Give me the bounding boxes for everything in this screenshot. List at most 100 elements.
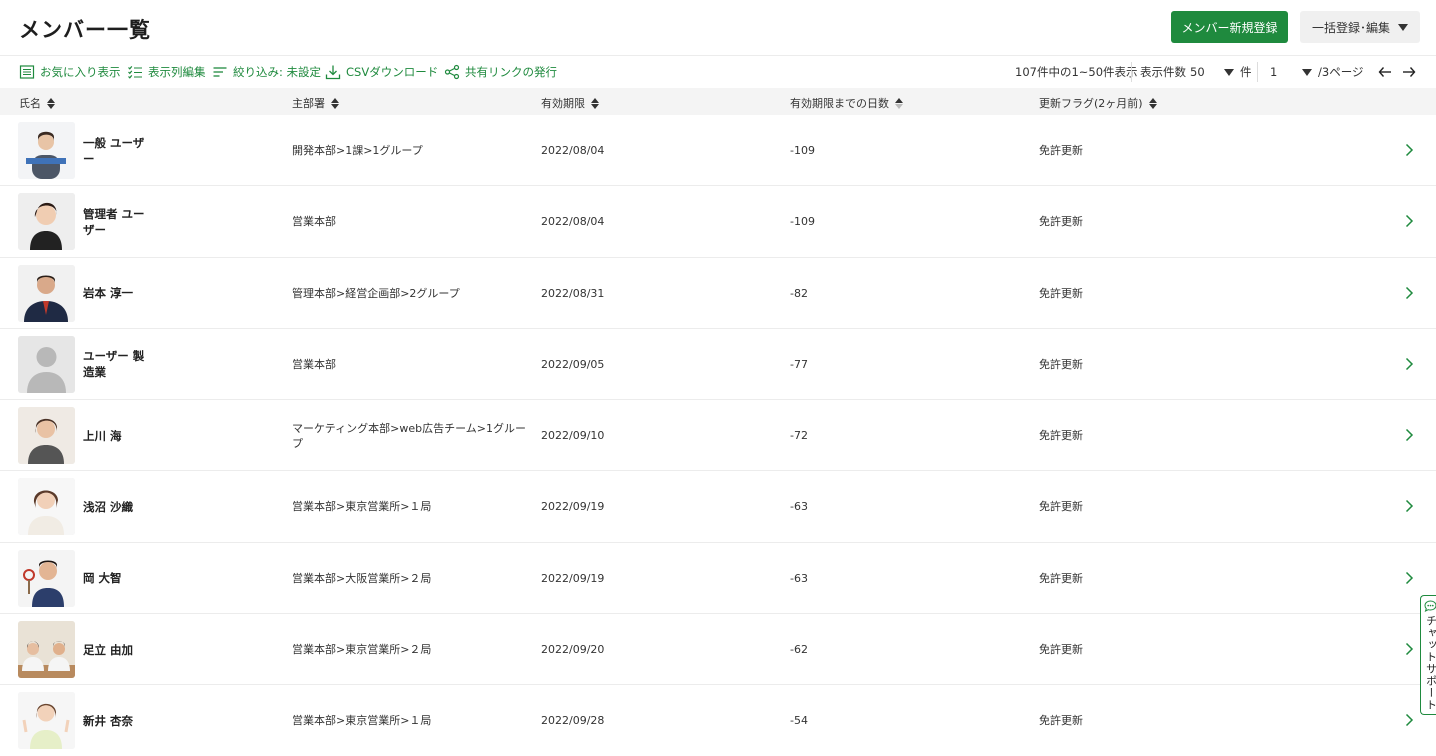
sort-icon xyxy=(331,97,339,109)
member-name[interactable]: 管理者 ユーザー xyxy=(83,186,153,257)
member-days-left: -82 xyxy=(790,286,808,300)
per-page-label: 表示件数 xyxy=(1140,65,1186,79)
table-row[interactable]: 岩本 淳一 管理本部>経営企画部>2グループ 2022/08/31 -82 免許… xyxy=(0,258,1436,329)
table-row[interactable]: 新井 杏奈 営業本部>東京営業所>１局 2022/09/28 -54 免許更新 xyxy=(0,685,1436,756)
sort-icon xyxy=(1148,97,1157,109)
avatar xyxy=(18,621,75,679)
favorites-button[interactable]: お気に入り表示 xyxy=(19,64,121,80)
table-row[interactable]: 上川 海 マーケティング本部>web広告チーム>1グループ 2022/09/10… xyxy=(0,400,1436,472)
chevron-right-icon[interactable] xyxy=(1402,642,1416,656)
toolbar: お気に入り表示 表示列編集 絞り込み: 未設定 CSVダウンロード 共有リンクの… xyxy=(0,58,1436,88)
member-name[interactable]: 上川 海 xyxy=(83,400,153,471)
chevron-right-icon[interactable] xyxy=(1402,713,1416,727)
table-row[interactable]: 岡 大智 営業本部>大阪営業所>２局 2022/09/19 -63 免許更新 xyxy=(0,543,1436,615)
csv-download-button[interactable]: CSVダウンロード xyxy=(325,64,438,80)
page-title: メンバー一覧 xyxy=(19,18,151,42)
add-member-button[interactable]: メンバー新規登録 xyxy=(1171,11,1288,43)
filter-label: 絞り込み: 未設定 xyxy=(233,65,322,79)
per-page-unit: 件 xyxy=(1240,65,1252,79)
avatar xyxy=(18,122,75,179)
avatar xyxy=(18,193,75,251)
avatar xyxy=(18,264,75,322)
chevron-right-icon[interactable] xyxy=(1402,143,1416,157)
table-row[interactable]: ユーザー 製造業 営業本部 2022/09/05 -77 免許更新 xyxy=(0,329,1436,401)
column-header-days[interactable]: 有効期限までの日数 xyxy=(790,95,903,111)
member-days-left: -109 xyxy=(790,215,815,229)
chevron-right-icon[interactable] xyxy=(1402,499,1416,513)
page-total: /3ページ xyxy=(1318,65,1364,79)
member-update-flag: 免許更新 xyxy=(1039,215,1083,229)
member-update-flag: 免許更新 xyxy=(1039,429,1083,443)
member-dept: マーケティング本部>web広告チーム>1グループ xyxy=(292,421,526,450)
top-bar: メンバー一覧 メンバー新規登録 一括登録･編集 xyxy=(0,0,1436,56)
member-update-flag: 免許更新 xyxy=(1039,286,1083,300)
chevron-right-icon[interactable] xyxy=(1402,286,1416,300)
list-icon xyxy=(19,65,35,79)
result-summary: 107件中の1~50件表示 xyxy=(1015,65,1138,79)
sort-icon xyxy=(591,97,599,109)
prev-page-arrow-icon[interactable] xyxy=(1378,65,1392,79)
avatar xyxy=(18,407,75,465)
member-days-left: -63 xyxy=(790,500,808,514)
chevron-right-icon[interactable] xyxy=(1402,214,1416,228)
next-page-arrow-icon[interactable] xyxy=(1402,65,1416,79)
member-update-flag: 免許更新 xyxy=(1039,571,1083,585)
member-dept: 営業本部>大阪営業所>２局 xyxy=(292,571,432,585)
avatar xyxy=(18,692,75,750)
per-page-select[interactable]: 50 件 xyxy=(1190,64,1252,80)
member-days-left: -109 xyxy=(790,144,815,157)
column-header-flag[interactable]: 更新フラグ(2ヶ月前) xyxy=(1039,95,1157,111)
chevron-right-icon[interactable] xyxy=(1402,428,1416,442)
chat-support-tab[interactable]: チャットサポート xyxy=(1420,595,1436,715)
sort-ascending-icon xyxy=(895,97,903,109)
table-row[interactable]: 浅沼 沙織 営業本部>東京営業所>１局 2022/09/19 -63 免許更新 xyxy=(0,471,1436,543)
share-icon xyxy=(444,64,460,80)
caret-down-icon xyxy=(1398,23,1408,31)
member-name[interactable]: 岩本 淳一 xyxy=(83,258,153,329)
member-name[interactable]: ユーザー 製造業 xyxy=(83,329,153,400)
table-row[interactable]: 管理者 ユーザー 営業本部 2022/08/04 -109 免許更新 xyxy=(0,186,1436,258)
member-update-flag: 免許更新 xyxy=(1039,500,1083,514)
member-expiry: 2022/08/04 xyxy=(541,215,605,229)
member-dept: 営業本部>東京営業所>２局 xyxy=(292,643,432,657)
column-header-expiry[interactable]: 有効期限 xyxy=(541,95,599,111)
checklist-icon xyxy=(128,66,142,79)
member-dept: 営業本部>東京営業所>１局 xyxy=(292,714,432,728)
column-header-dept[interactable]: 主部署 xyxy=(292,95,339,111)
member-name[interactable]: 足立 由加 xyxy=(83,614,153,685)
table-row[interactable]: 足立 由加 営業本部>東京営業所>２局 2022/09/20 -62 免許更新 xyxy=(0,614,1436,686)
member-update-flag: 免許更新 xyxy=(1039,144,1083,157)
member-dept: 営業本部 xyxy=(292,215,336,229)
chevron-right-icon[interactable] xyxy=(1402,357,1416,371)
member-expiry: 2022/09/28 xyxy=(541,714,605,728)
column-header-name[interactable]: 氏名 xyxy=(19,95,55,111)
share-link-button[interactable]: 共有リンクの発行 xyxy=(444,64,557,80)
member-dept: 営業本部 xyxy=(292,357,336,371)
member-days-left: -54 xyxy=(790,714,808,728)
chevron-right-icon[interactable] xyxy=(1402,571,1416,585)
member-name[interactable]: 浅沼 沙織 xyxy=(83,471,153,542)
member-expiry: 2022/09/05 xyxy=(541,357,605,371)
bulk-edit-dropdown[interactable]: 一括登録･編集 xyxy=(1300,11,1420,43)
member-days-left: -72 xyxy=(790,429,808,443)
member-table-body: 一般 ユーザー 開発本部>1課>1グループ 2022/08/04 -109 免許… xyxy=(0,115,1436,756)
member-name[interactable]: 新井 杏奈 xyxy=(83,685,153,756)
member-update-flag: 免許更新 xyxy=(1039,643,1083,657)
member-dept: 管理本部>経営企画部>2グループ xyxy=(292,286,460,300)
member-expiry: 2022/09/20 xyxy=(541,643,605,657)
edit-columns-button[interactable]: 表示列編集 xyxy=(127,64,206,80)
member-name[interactable]: 岡 大智 xyxy=(83,543,153,614)
page-select[interactable]: 1 /3ページ xyxy=(1270,64,1363,80)
column-header-label: 主部署 xyxy=(292,97,325,110)
member-expiry: 2022/09/10 xyxy=(541,429,605,443)
member-expiry: 2022/09/19 xyxy=(541,500,605,514)
table-row[interactable]: 一般 ユーザー 開発本部>1課>1グループ 2022/08/04 -109 免許… xyxy=(0,115,1436,187)
column-header-label: 有効期限までの日数 xyxy=(790,97,889,110)
bulk-edit-label: 一括登録･編集 xyxy=(1311,20,1390,35)
member-name[interactable]: 一般 ユーザー xyxy=(83,115,153,186)
caret-down-icon xyxy=(1302,68,1312,76)
member-dept: 営業本部>東京営業所>１局 xyxy=(292,500,432,514)
filter-button[interactable]: 絞り込み: 未設定 xyxy=(212,64,321,80)
filter-lines-icon xyxy=(213,67,227,77)
chat-support-label: チャットサポート xyxy=(1424,615,1436,711)
